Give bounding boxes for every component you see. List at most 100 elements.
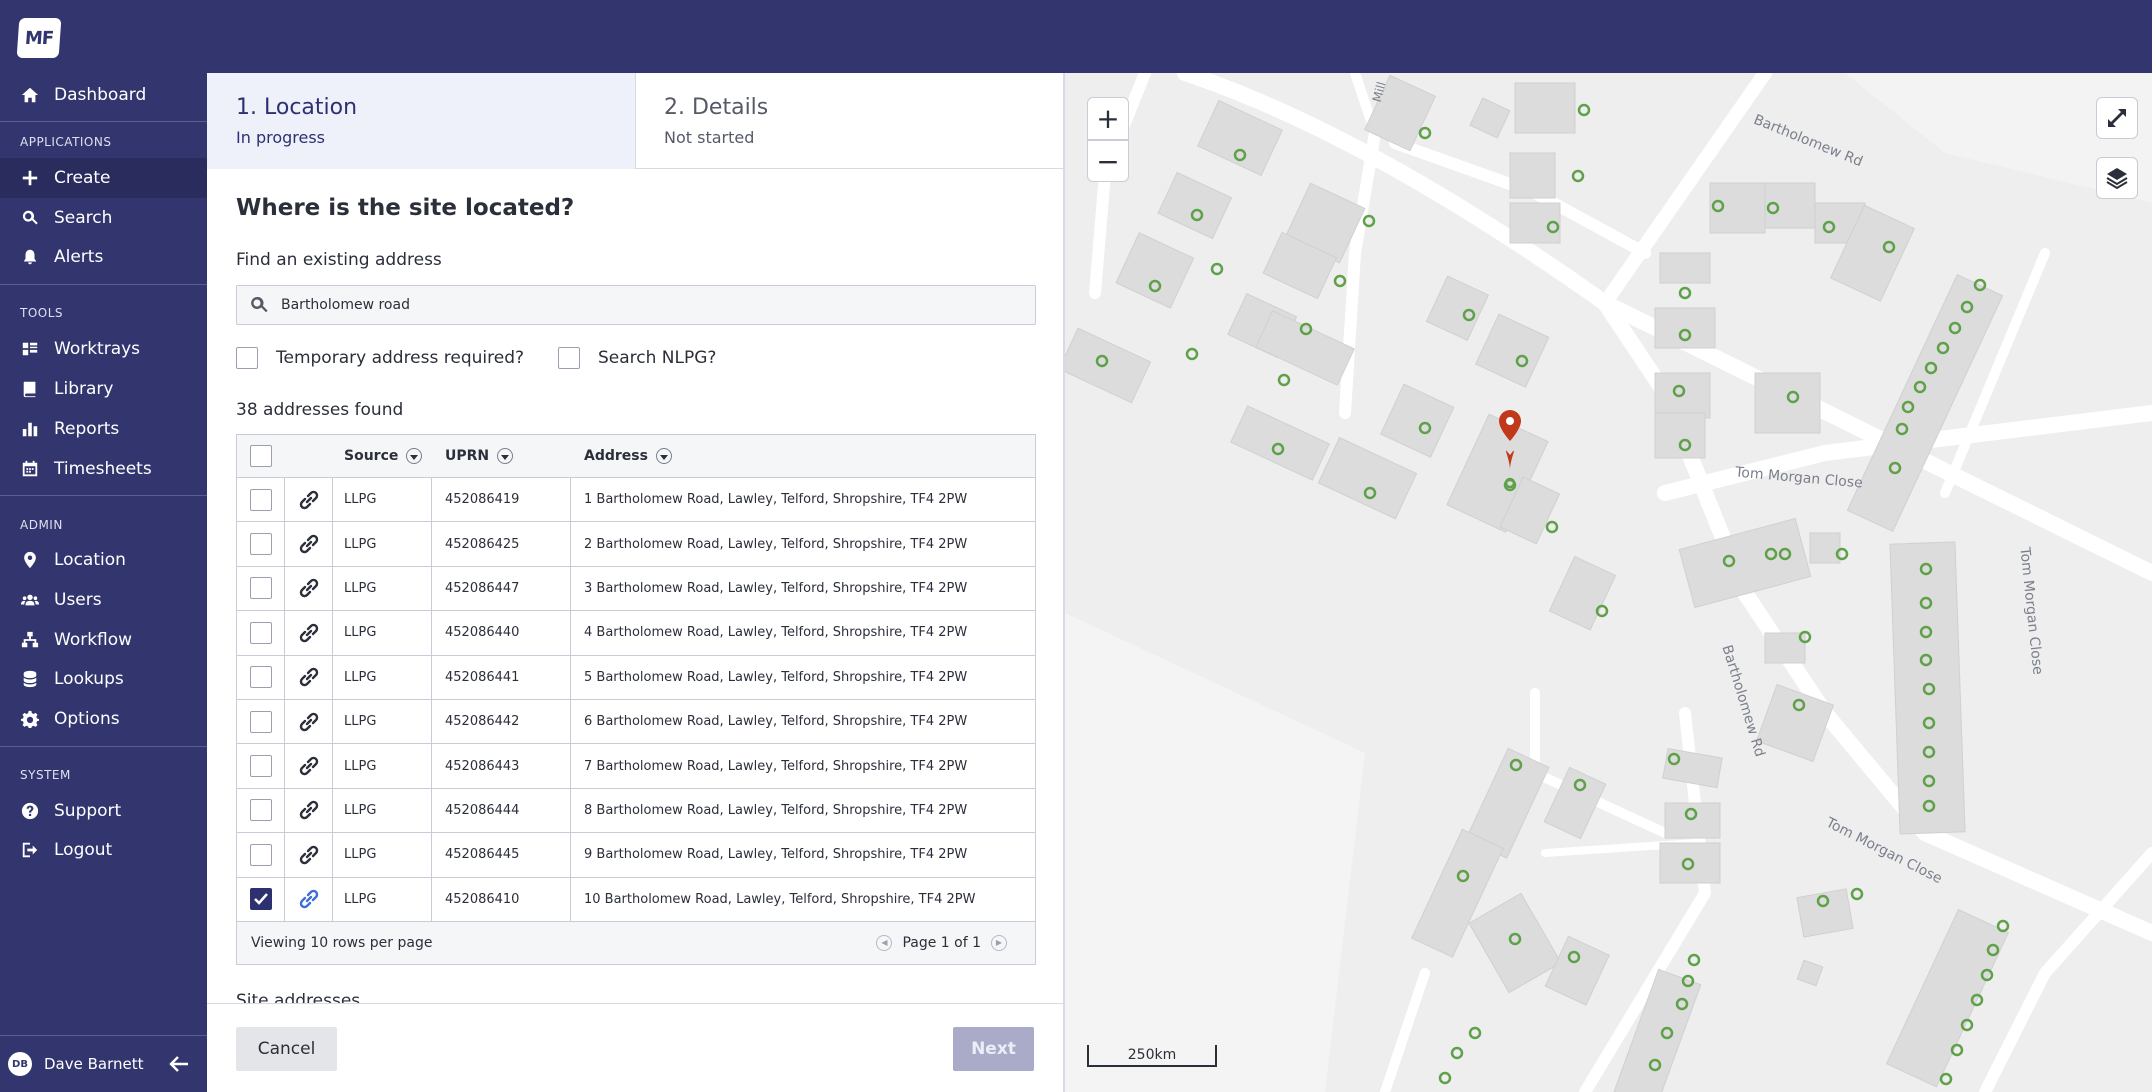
sort-icon[interactable] — [406, 448, 423, 464]
step-title: 1. Location — [236, 95, 358, 120]
cell-source: LLPG — [333, 744, 432, 788]
form-footer: Cancel Next — [207, 1003, 1063, 1092]
row-checkbox[interactable] — [249, 621, 272, 644]
row-checkbox[interactable] — [249, 488, 272, 511]
sidebar-item-worktrays[interactable]: Worktrays — [0, 329, 207, 369]
sidebar-item-dashboard[interactable]: Dashboard — [0, 75, 207, 115]
sidebar-item-logout[interactable]: Logout — [0, 830, 207, 870]
row-checkbox[interactable] — [249, 843, 272, 866]
link-icon[interactable] — [296, 531, 322, 557]
next-button[interactable]: Next — [953, 1027, 1034, 1071]
address-search-input[interactable] — [281, 297, 981, 313]
page-title: Where is the site located? — [236, 195, 575, 221]
sidebar-item-alerts[interactable]: Alerts — [0, 237, 207, 277]
sidebar-item-users[interactable]: Users — [0, 580, 207, 620]
calendar-icon — [20, 459, 40, 479]
temporary-address-checkbox[interactable] — [236, 347, 258, 369]
table-row[interactable]: LLPG 452086443 7 Bartholomew Road, Lawley,… — [237, 744, 1035, 789]
step-location[interactable]: 1. Location In progress — [207, 73, 636, 169]
search-nlpg-option[interactable]: Search NLPG? — [558, 347, 716, 369]
collapse-sidebar-icon[interactable] — [169, 1054, 189, 1074]
sidebar-item-reports[interactable]: Reports — [0, 409, 207, 449]
prev-page-button[interactable]: ◀ — [876, 934, 893, 951]
check-icon — [253, 893, 268, 906]
step-details[interactable]: 2. Details Not started — [636, 73, 1065, 169]
column-header-source[interactable]: Source — [333, 435, 432, 477]
divider — [0, 495, 207, 496]
expand-icon — [2108, 109, 2126, 127]
select-all-checkbox[interactable] — [250, 445, 272, 467]
table-row[interactable]: LLPG 452086444 8 Bartholomew Road, Lawley,… — [237, 788, 1035, 834]
row-checkbox[interactable] — [249, 755, 272, 778]
row-checkbox[interactable] — [249, 577, 272, 600]
table-row[interactable]: LLPG 452086447 3 Bartholomew Road, Lawley,… — [237, 566, 1035, 612]
row-checkbox[interactable] — [249, 799, 272, 822]
sidebar-item-lookups[interactable]: Lookups — [0, 659, 207, 699]
fullscreen-button[interactable] — [2096, 97, 2138, 139]
cell-address: 3 Bartholomew Road, Lawley, Telford, Shr… — [584, 580, 968, 596]
cancel-button[interactable]: Cancel — [236, 1027, 337, 1071]
layers-icon — [2106, 168, 2128, 190]
sidebar-item-support[interactable]: Support — [0, 791, 207, 831]
section-label-system: SYSTEM — [20, 768, 71, 782]
map-canvas[interactable] — [1065, 73, 2152, 1092]
sidebar-item-create[interactable]: Create — [0, 158, 207, 198]
link-icon[interactable] — [296, 797, 322, 823]
table-row[interactable]: LLPG 452086445 9 Bartholomew Road, Lawley,… — [237, 833, 1035, 878]
zoom-out-button[interactable]: − — [1087, 140, 1129, 182]
pagination: ◀ Page 1 of 1 ▶ — [866, 922, 1017, 964]
temporary-address-option[interactable]: Temporary address required? — [236, 347, 524, 369]
sidebar-item-workflow[interactable]: Workflow — [0, 620, 207, 660]
column-header-uprn[interactable]: UPRN — [432, 435, 571, 477]
cell-source: LLPG — [333, 655, 432, 699]
step-status: In progress — [236, 128, 326, 147]
sidebar-item-search[interactable]: Search — [0, 198, 207, 238]
column-header-address[interactable]: Address — [571, 435, 1035, 477]
map-view[interactable]: Bartholomew Rd Tom Morgan Close Tom Morg… — [1065, 73, 2152, 1092]
table-row[interactable]: LLPG 452086441 5 Bartholomew Road, Lawley,… — [237, 655, 1035, 700]
sort-icon[interactable] — [655, 448, 672, 464]
link-icon[interactable] — [296, 886, 322, 912]
search-icon — [251, 296, 268, 313]
cell-uprn: 452086425 — [432, 522, 571, 566]
sidebar-item-timesheets[interactable]: Timesheets — [0, 449, 207, 489]
app-logo[interactable]: MF — [16, 18, 62, 58]
zoom-in-button[interactable]: + — [1087, 97, 1129, 140]
layers-button[interactable] — [2096, 157, 2138, 199]
sidebar-item-label: Timesheets — [54, 459, 152, 479]
sidebar-item-library[interactable]: Library — [0, 369, 207, 409]
link-icon[interactable] — [296, 620, 322, 646]
search-nlpg-checkbox[interactable] — [558, 347, 580, 369]
table-header: Source UPRN Address — [237, 435, 1035, 478]
cell-address: 10 Bartholomew Road, Lawley, Telford, Sh… — [584, 891, 976, 907]
user-profile[interactable]: DB Dave Barnett — [0, 1035, 207, 1092]
link-icon[interactable] — [296, 709, 322, 735]
sidebar-item-location[interactable]: Location — [0, 540, 207, 580]
table-row[interactable]: LLPG 452086419 1 Bartholomew Road, Lawley,… — [237, 478, 1035, 523]
row-checkbox[interactable] — [249, 666, 272, 689]
cell-uprn: 452086419 — [432, 478, 571, 522]
row-checkbox[interactable] — [249, 710, 272, 733]
table-row[interactable]: LLPG 452086442 6 Bartholomew Road, Lawley,… — [237, 699, 1035, 745]
section-label-admin: ADMIN — [20, 518, 63, 532]
sidebar-item-options[interactable]: Options — [0, 699, 207, 739]
link-icon[interactable] — [296, 753, 322, 779]
users-icon — [20, 590, 40, 610]
top-bar: MF — [0, 0, 2152, 73]
next-page-button[interactable]: ▶ — [991, 934, 1007, 951]
table-row[interactable]: LLPG 452086410 10 Bartholomew Road, Lawley… — [237, 877, 1035, 922]
sort-icon[interactable] — [497, 448, 514, 464]
link-icon[interactable] — [296, 575, 322, 601]
link-icon[interactable] — [296, 664, 322, 690]
table-row[interactable]: LLPG 452086425 2 Bartholomew Road, Lawley,… — [237, 522, 1035, 567]
table-row[interactable]: LLPG 452086440 4 Bartholomew Road, Lawley,… — [237, 611, 1035, 656]
link-icon[interactable] — [296, 842, 322, 868]
address-search[interactable] — [236, 285, 1036, 325]
step-indicator: 1. Location In progress 2. Details Not s… — [207, 73, 1065, 169]
table-footer: Viewing 10 rows per page ◀ Page 1 of 1 ▶ — [237, 921, 1035, 964]
link-icon[interactable] — [296, 487, 322, 513]
row-checkbox[interactable] — [249, 888, 272, 911]
step-title: 2. Details — [664, 95, 769, 120]
row-checkbox[interactable] — [249, 533, 272, 556]
plus-icon — [20, 168, 40, 188]
